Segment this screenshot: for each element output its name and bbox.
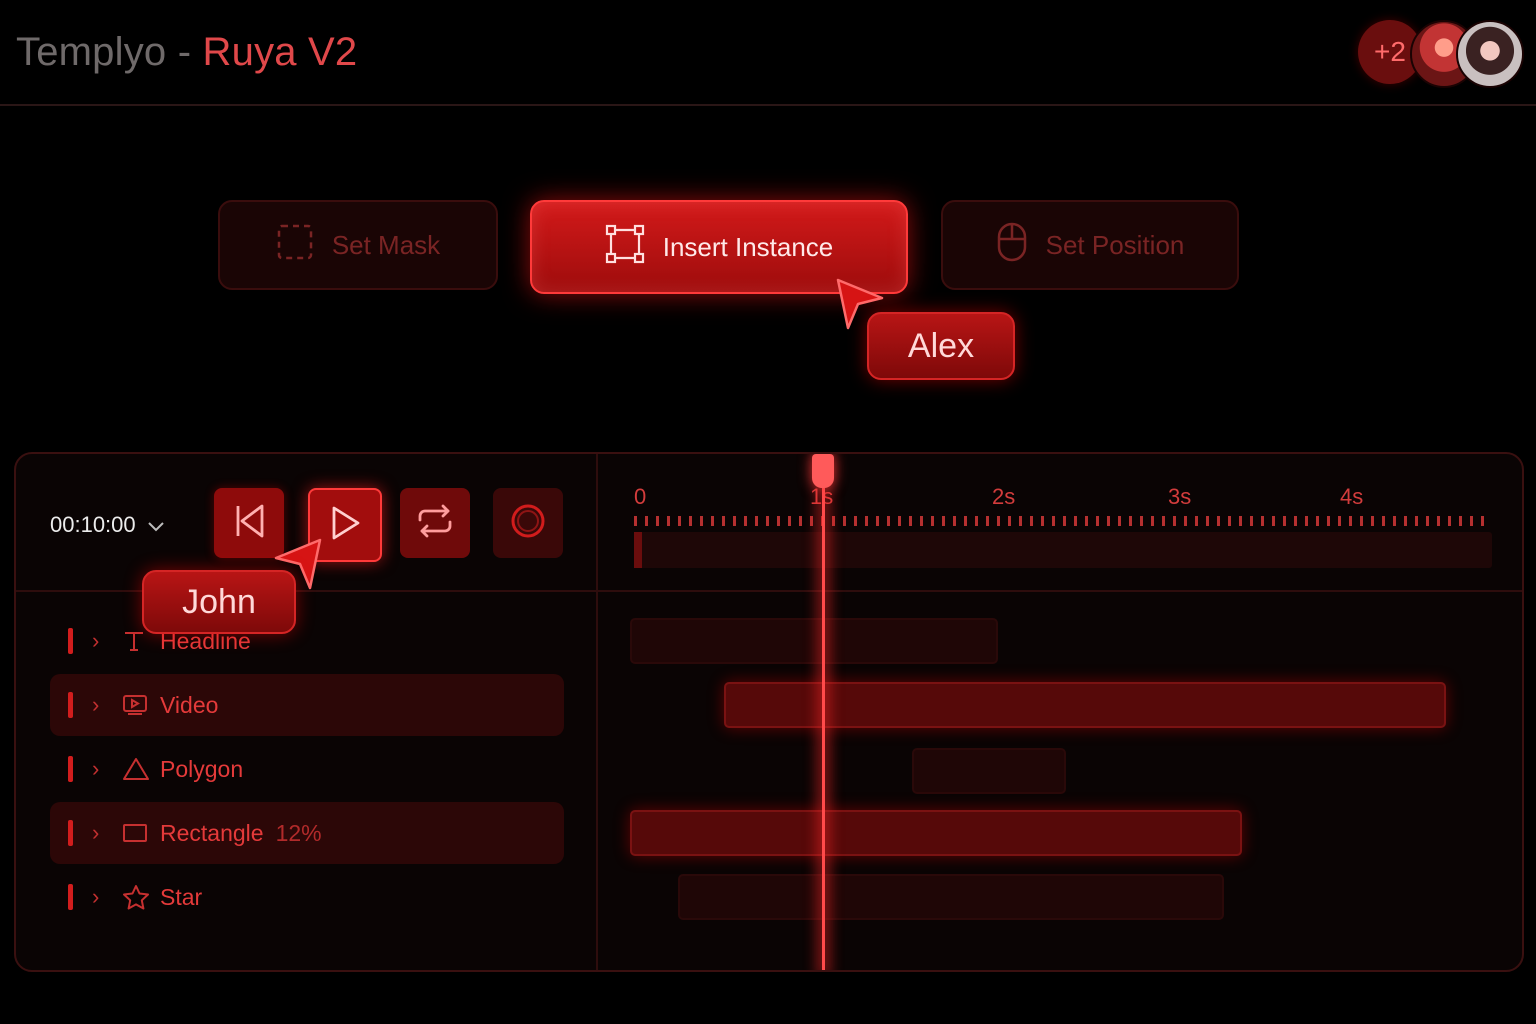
chevron-right-icon[interactable]: › bbox=[92, 756, 99, 782]
chevron-down-icon bbox=[147, 512, 164, 538]
chevron-right-icon[interactable]: › bbox=[92, 692, 99, 718]
project-name[interactable]: Ruya V2 bbox=[203, 30, 358, 74]
clip-headline[interactable] bbox=[630, 618, 998, 664]
layer-name: Video bbox=[160, 691, 219, 718]
layer-name: Polygon bbox=[160, 755, 244, 782]
layer-item-polygon[interactable]: › Polygon bbox=[50, 738, 564, 800]
app-header: Templyo - Ruya V2 +2 bbox=[0, 0, 1536, 106]
john-cursor-label: John bbox=[142, 570, 296, 634]
time-ruler[interactable]: 0 1s 2s 3s 4s bbox=[634, 484, 1494, 584]
triangle-icon bbox=[122, 756, 150, 782]
layer-name-text: Rectangle bbox=[160, 819, 264, 846]
drag-handle[interactable] bbox=[68, 628, 73, 654]
timecode-dropdown[interactable]: 00:10:00 bbox=[50, 512, 164, 538]
layer-name: Star bbox=[160, 883, 203, 910]
timecode-value: 00:10:00 bbox=[50, 512, 136, 537]
drag-handle[interactable] bbox=[68, 884, 73, 910]
clip-polygon[interactable] bbox=[912, 748, 1066, 794]
dashed-selection-icon bbox=[276, 223, 314, 268]
set-position-button[interactable]: Set Position bbox=[941, 200, 1239, 290]
ruler-ticks bbox=[634, 516, 1492, 526]
ruler-label: 4s bbox=[1340, 484, 1364, 509]
drag-handle[interactable] bbox=[68, 756, 73, 782]
component-frame-icon bbox=[605, 224, 645, 271]
layer-item-star[interactable]: › Star bbox=[50, 866, 564, 928]
title-separator: - bbox=[177, 30, 192, 74]
skip-back-icon bbox=[232, 503, 266, 544]
insert-instance-label: Insert Instance bbox=[662, 231, 834, 262]
avatar[interactable] bbox=[1456, 20, 1524, 88]
record-icon bbox=[510, 503, 546, 544]
panel-divider bbox=[596, 454, 598, 970]
clip-rectangle[interactable] bbox=[630, 810, 1242, 856]
set-mask-button[interactable]: Set Mask bbox=[218, 200, 498, 290]
record-button[interactable] bbox=[493, 488, 563, 558]
playhead-line[interactable] bbox=[822, 454, 825, 970]
layer-item-video[interactable]: › Video bbox=[50, 674, 564, 736]
play-icon bbox=[329, 505, 361, 546]
playhead-handle[interactable] bbox=[812, 454, 834, 488]
timeline-panel: 00:10:00 0 2s 3s 4s › Headline › Video ›… bbox=[14, 452, 1524, 972]
text-icon bbox=[122, 629, 146, 653]
layer-name: Rectangle 12% bbox=[160, 820, 322, 847]
chevron-right-icon[interactable]: › bbox=[92, 884, 99, 910]
alex-cursor-label: Alex bbox=[867, 312, 1015, 380]
scrubber-track[interactable] bbox=[634, 532, 1492, 568]
page-title: Templyo - Ruya V2 bbox=[16, 30, 357, 75]
loop-icon bbox=[416, 504, 454, 543]
ruler-label: 2s bbox=[992, 484, 1016, 509]
layer-item-rectangle[interactable]: › Rectangle 12% bbox=[50, 802, 564, 864]
drag-handle[interactable] bbox=[68, 820, 73, 846]
loop-button[interactable] bbox=[400, 488, 470, 558]
video-icon bbox=[122, 693, 148, 717]
layer-item-headline[interactable]: › Headline bbox=[50, 610, 564, 672]
clip-video[interactable] bbox=[724, 682, 1446, 728]
mouse-icon bbox=[996, 221, 1028, 270]
set-mask-label: Set Mask bbox=[331, 229, 441, 260]
chevron-right-icon[interactable]: › bbox=[92, 628, 99, 654]
star-icon bbox=[122, 884, 150, 910]
layer-percentage: 12% bbox=[275, 819, 322, 846]
drag-handle[interactable] bbox=[68, 692, 73, 718]
set-position-label: Set Position bbox=[1045, 229, 1185, 260]
chevron-right-icon[interactable]: › bbox=[92, 820, 99, 846]
clip-star[interactable] bbox=[678, 874, 1224, 920]
app-name: Templyo bbox=[16, 30, 167, 74]
ruler-label: 0 bbox=[634, 484, 647, 509]
ruler-label: 3s bbox=[1168, 484, 1192, 509]
collaborator-avatars[interactable]: +2 bbox=[1358, 20, 1524, 88]
rectangle-icon bbox=[122, 822, 148, 844]
